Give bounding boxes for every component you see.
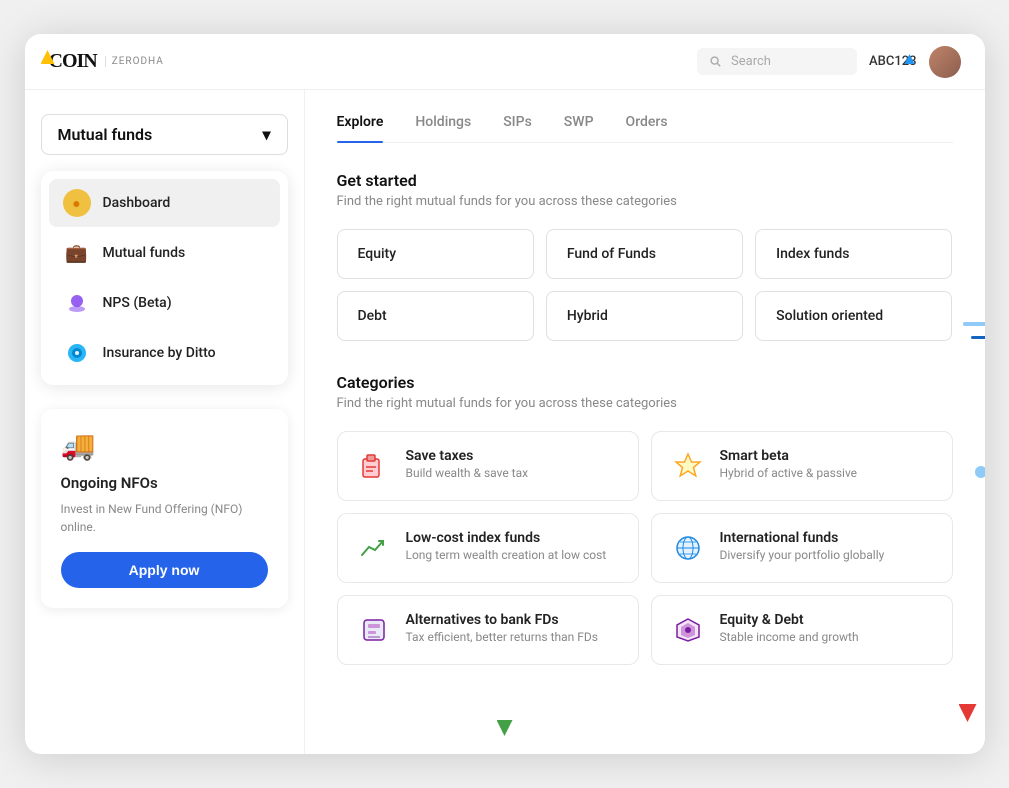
avatar-image <box>929 46 961 78</box>
fund-card-fund-of-funds[interactable]: Fund of Funds <box>546 229 743 279</box>
fund-type-grid: Equity Fund of Funds Index funds Debt Hy… <box>337 229 953 341</box>
deco-bar-1 <box>963 322 985 326</box>
nav-menu: ● Dashboard 💼 Mutual funds NPS (Beta) <box>41 171 288 385</box>
fund-card-hybrid[interactable]: Hybrid <box>546 291 743 341</box>
low-cost-index-info: Low-cost index funds Long term wealth cr… <box>406 530 607 562</box>
smart-beta-title: Smart beta <box>720 448 858 464</box>
main-body: Mutual funds ▾ ● Dashboard 💼 Mutual fund… <box>25 90 985 754</box>
international-funds-title: International funds <box>720 530 885 546</box>
smart-beta-desc: Hybrid of active & passive <box>720 466 858 480</box>
low-cost-index-icon <box>356 530 392 566</box>
tab-sips[interactable]: SIPs <box>503 114 532 142</box>
apply-now-button[interactable]: Apply now <box>61 552 268 588</box>
tab-holdings[interactable]: Holdings <box>415 114 471 142</box>
content-area: Explore Holdings SIPs SWP Orders Get sta… <box>305 90 985 754</box>
low-cost-index-desc: Long term wealth creation at low cost <box>406 548 607 562</box>
sidebar-item-dashboard[interactable]: ● Dashboard <box>49 179 280 227</box>
search-icon <box>709 55 723 69</box>
nfo-title: Ongoing NFOs <box>61 474 268 492</box>
sidebar-item-mutual-funds[interactable]: 💼 Mutual funds <box>49 229 280 277</box>
get-started-section: Get started Find the right mutual funds … <box>337 171 953 341</box>
app-container: COIN ZERODHA Search ABC123 Mutual funds … <box>25 34 985 754</box>
categories-title: Categories <box>337 373 953 392</box>
save-taxes-info: Save taxes Build wealth & save tax <box>406 448 529 480</box>
fund-card-solution-oriented[interactable]: Solution oriented <box>755 291 952 341</box>
save-taxes-icon <box>356 448 392 484</box>
sidebar-item-insurance-label: Insurance by Ditto <box>103 345 216 361</box>
logo: COIN ZERODHA <box>49 50 164 73</box>
alternatives-fd-icon <box>356 612 392 648</box>
equity-debt-title: Equity & Debt <box>720 612 859 628</box>
international-funds-desc: Diversify your portfolio globally <box>720 548 885 562</box>
avatar <box>929 46 961 78</box>
mutual-funds-icon: 💼 <box>63 239 91 267</box>
save-taxes-title: Save taxes <box>406 448 529 464</box>
get-started-subtitle: Find the right mutual funds for you acro… <box>337 194 953 209</box>
search-placeholder: Search <box>731 54 771 69</box>
tab-swp[interactable]: SWP <box>564 114 594 142</box>
dashboard-icon: ● <box>63 189 91 217</box>
category-card-alternatives-fd[interactable]: Alternatives to bank FDs Tax efficient, … <box>337 595 639 665</box>
category-card-smart-beta[interactable]: Smart beta Hybrid of active & passive <box>651 431 953 501</box>
equity-debt-desc: Stable income and growth <box>720 630 859 644</box>
tab-orders[interactable]: Orders <box>626 114 668 142</box>
dropdown-label: Mutual funds <box>58 125 153 144</box>
navbar-right: Search ABC123 <box>697 46 960 78</box>
insurance-icon <box>63 339 91 367</box>
smart-beta-info: Smart beta Hybrid of active & passive <box>720 448 858 480</box>
sidebar-item-dashboard-label: Dashboard <box>103 195 171 211</box>
nfo-card: 🚚 Ongoing NFOs Invest in New Fund Offeri… <box>41 409 288 608</box>
sidebar-item-mutual-funds-label: Mutual funds <box>103 245 186 261</box>
category-card-save-taxes[interactable]: Save taxes Build wealth & save tax <box>337 431 639 501</box>
sidebar-item-nps-label: NPS (Beta) <box>103 295 172 311</box>
alternatives-fd-desc: Tax efficient, better returns than FDs <box>406 630 598 644</box>
fund-card-debt[interactable]: Debt <box>337 291 534 341</box>
international-funds-icon <box>670 530 706 566</box>
fund-card-index-funds[interactable]: Index funds <box>755 229 952 279</box>
navbar: COIN ZERODHA Search ABC123 <box>25 34 985 90</box>
categories-grid: Save taxes Build wealth & save tax Smar <box>337 431 953 665</box>
category-card-low-cost-index[interactable]: Low-cost index funds Long term wealth cr… <box>337 513 639 583</box>
equity-debt-icon <box>670 612 706 648</box>
truck-icon: 🚚 <box>61 429 96 462</box>
nps-icon <box>63 289 91 317</box>
alternatives-fd-title: Alternatives to bank FDs <box>406 612 598 628</box>
category-card-international-funds[interactable]: International funds Diversify your portf… <box>651 513 953 583</box>
smart-beta-icon <box>670 448 706 484</box>
sidebar-item-insurance[interactable]: Insurance by Ditto <box>49 329 280 377</box>
sidebar: Mutual funds ▾ ● Dashboard 💼 Mutual fund… <box>25 90 305 754</box>
chevron-down-icon: ▾ <box>262 125 270 144</box>
deco-bar-2 <box>971 336 985 339</box>
sidebar-item-nps[interactable]: NPS (Beta) <box>49 279 280 327</box>
equity-debt-info: Equity & Debt Stable income and growth <box>720 612 859 644</box>
category-card-equity-debt[interactable]: Equity & Debt Stable income and growth <box>651 595 953 665</box>
fund-card-equity[interactable]: Equity <box>337 229 534 279</box>
low-cost-index-title: Low-cost index funds <box>406 530 607 546</box>
get-started-title: Get started <box>337 171 953 190</box>
logo-zerodha: ZERODHA <box>105 56 164 67</box>
tabs: Explore Holdings SIPs SWP Orders <box>337 114 953 143</box>
categories-section: Categories Find the right mutual funds f… <box>337 373 953 665</box>
logo-coin: COIN <box>49 50 97 73</box>
deco-dot <box>975 466 985 478</box>
fund-type-dropdown[interactable]: Mutual funds ▾ <box>41 114 288 155</box>
categories-subtitle: Find the right mutual funds for you acro… <box>337 396 953 411</box>
search-box[interactable]: Search <box>697 48 857 75</box>
nfo-icon-area: 🚚 <box>61 429 268 462</box>
international-funds-info: International funds Diversify your portf… <box>720 530 885 562</box>
save-taxes-desc: Build wealth & save tax <box>406 466 529 480</box>
alternatives-fd-info: Alternatives to bank FDs Tax efficient, … <box>406 612 598 644</box>
nfo-description: Invest in New Fund Offering (NFO) online… <box>61 500 268 536</box>
tab-explore[interactable]: Explore <box>337 114 384 142</box>
